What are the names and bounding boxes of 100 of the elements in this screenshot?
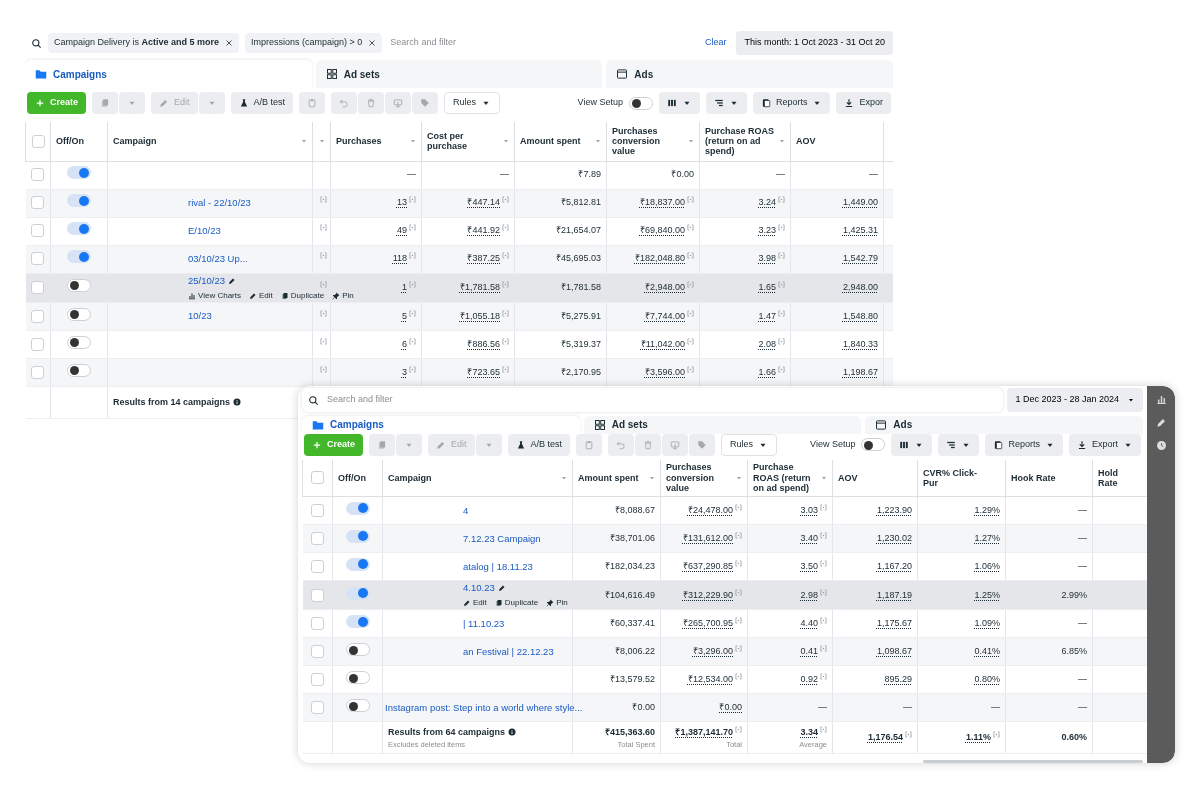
breakdown-button[interactable] [705,92,747,114]
campaign-name-link[interactable]: | 11.10.23 [463,616,505,632]
row-checkbox[interactable] [310,560,324,574]
tag-button[interactable] [412,92,439,114]
edit-menu-button[interactable] [198,92,225,114]
campaign-name-link[interactable]: Instagram post: Step into a world where style... [385,700,583,716]
on-off-switch[interactable] [345,699,370,713]
column-header[interactable]: Off/On [338,473,366,484]
campaign-name-link[interactable]: 03/10/23 Up... [188,251,248,267]
campaign-name-link[interactable]: 4.10.23 [463,581,495,596]
duplicate-link[interactable]: Duplicate [280,289,325,302]
row-checkbox[interactable] [310,645,324,659]
campaign-name-link[interactable]: 4 [463,503,469,518]
on-off-switch[interactable] [67,363,91,377]
row-checkbox[interactable] [31,365,45,379]
row-checkbox[interactable] [31,337,45,351]
search-field[interactable]: Search and filter [325,392,998,408]
date-range-button[interactable]: 1 Dec 2023 - 28 Jan 2024 [1007,388,1143,412]
edit-link[interactable]: Edit [463,597,487,610]
columns-button[interactable] [658,92,700,114]
on-off-switch[interactable] [345,671,370,685]
tab[interactable]: Ads [865,416,1143,434]
campaign-name-link[interactable]: E/10/23 [188,223,221,239]
on-off-switch[interactable] [67,194,91,208]
column-header[interactable]: AOV [796,136,816,147]
rules-button[interactable]: Rules [444,92,501,114]
select-all-checkbox[interactable] [31,134,45,148]
on-off-switch[interactable] [345,643,370,657]
column-header[interactable]: Campaign [113,136,157,147]
row-checkbox[interactable] [31,281,45,294]
column-header[interactable]: Amount spent [520,136,581,147]
tab[interactable]: Ads [606,60,893,88]
rules-button[interactable]: Rules [721,433,778,456]
on-off-switch[interactable] [67,222,91,236]
reports-button[interactable]: Reports [985,433,1063,456]
tab[interactable]: Ad sets [315,60,603,88]
breakdown-button[interactable] [938,433,980,456]
tag-button[interactable] [689,433,716,456]
on-off-switch[interactable] [345,501,370,515]
campaign-name-link[interactable]: 10/23 [188,309,212,324]
on-off-switch[interactable] [345,615,370,629]
column-header[interactable]: Purchases [336,136,382,147]
duplicate-link[interactable]: Duplicate [494,597,539,610]
row-checkbox[interactable] [31,168,45,182]
delete-button[interactable] [635,433,662,456]
duplicate-menu-button[interactable] [396,433,422,456]
delete-button[interactable] [358,92,385,114]
filter-chip[interactable]: Campaign Delivery is Active and 5 more [48,33,240,53]
duplicate-button[interactable] [92,92,118,114]
row-checkbox[interactable] [310,673,324,687]
on-off-switch[interactable] [67,250,91,264]
on-off-switch[interactable] [67,307,91,321]
column-header[interactable]: Campaign [388,473,432,484]
row-checkbox[interactable] [310,617,324,631]
duplicate-button[interactable] [369,433,395,456]
clear-link[interactable]: Clear [704,36,727,50]
on-off-switch[interactable] [345,529,370,543]
row-checkbox[interactable] [310,588,324,602]
row-checkbox[interactable] [31,224,45,238]
preview-button[interactable] [385,92,412,114]
on-off-switch[interactable] [67,278,91,292]
pin-link[interactable]: Pin [332,289,354,302]
view-charts-link[interactable]: View Charts [188,289,241,302]
select-all-checkbox[interactable] [311,471,324,485]
date-range-button[interactable]: This month: 1 Oct 2023 - 31 Oct 20 [736,31,893,55]
on-off-switch[interactable] [345,557,370,571]
edit-menu-button[interactable] [475,433,502,456]
toggle-switch[interactable] [628,96,653,110]
undo-button[interactable] [331,92,358,114]
duplicate-menu-button[interactable] [119,92,145,114]
undo-button[interactable] [608,433,635,456]
columns-button[interactable] [891,433,933,456]
row-checkbox[interactable] [310,701,324,715]
ab-test-button[interactable]: A/B test [507,433,571,456]
ab-test-button[interactable]: A/B test [230,92,294,114]
campaign-name-link[interactable]: atalog | 18.11.23 [463,559,533,574]
row-checkbox[interactable] [310,504,324,518]
toggle-switch[interactable] [861,438,886,452]
column-header[interactable]: Off/On [56,136,84,147]
filter-chip[interactable]: Impressions (campaign) > 0 [245,33,383,53]
clipboard-button[interactable] [299,92,326,114]
search-field[interactable]: Search and filter [388,35,699,51]
export-button[interactable]: Expor [836,92,891,114]
row-checkbox[interactable] [31,309,45,323]
tab[interactable]: Campaigns [25,60,312,88]
on-off-switch[interactable] [345,586,370,600]
row-checkbox[interactable] [31,196,45,210]
preview-button[interactable] [662,433,689,456]
on-off-switch[interactable] [67,166,91,180]
tab[interactable]: Ad sets [583,416,862,434]
column-header[interactable]: Hook Rate [1011,473,1056,484]
edit-link[interactable]: Edit [249,289,273,302]
export-button[interactable]: Export [1069,433,1141,456]
campaign-name-link[interactable]: rival - 22/10/23 [188,195,251,211]
reports-button[interactable]: Reports [752,92,831,114]
on-off-switch[interactable] [67,335,91,349]
row-checkbox[interactable] [31,252,45,266]
pin-link[interactable]: Pin [546,597,568,610]
row-checkbox[interactable] [310,532,324,546]
clipboard-button[interactable] [576,433,603,456]
